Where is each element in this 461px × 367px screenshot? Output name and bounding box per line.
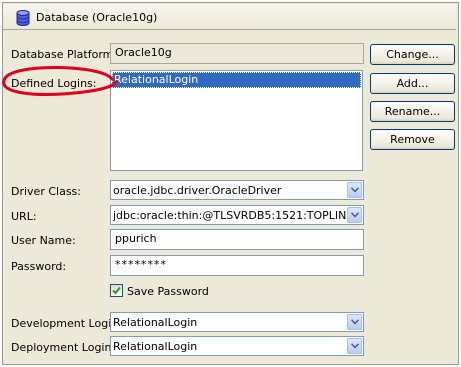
rename-button[interactable]: Rename...	[370, 101, 455, 122]
add-button[interactable]: Add...	[370, 73, 455, 94]
password-input[interactable]: ********	[110, 255, 364, 276]
url-value: jdbc:oracle:thin:@TLSVRDB5:1521:TOPLINK	[113, 209, 354, 222]
save-password-label[interactable]: Save Password	[127, 285, 209, 298]
chevron-down-icon[interactable]	[347, 338, 362, 354]
password-label: Password:	[11, 260, 67, 273]
deployment-login-label: Deployment Login:	[11, 341, 116, 354]
title-bar: Database (Oracle10g)	[3, 4, 456, 30]
save-password-checkbox[interactable]	[110, 284, 123, 297]
database-icon	[16, 10, 30, 26]
window-title: Database (Oracle10g)	[36, 11, 158, 24]
development-login-label: Development Login:	[11, 317, 122, 330]
list-item-relational-login[interactable]: RelationalLogin	[112, 72, 361, 88]
deployment-login-combo[interactable]: RelationalLogin	[110, 336, 364, 356]
url-label: URL:	[11, 210, 37, 223]
chevron-down-icon[interactable]	[347, 314, 362, 330]
user-name-input[interactable]: ppurich	[110, 229, 364, 250]
chevron-down-icon[interactable]	[347, 182, 362, 198]
checkmark-icon	[112, 286, 121, 295]
database-platform-field: Oracle10g	[110, 43, 364, 64]
driver-class-label: Driver Class:	[11, 185, 81, 198]
driver-class-value: oracle.jdbc.driver.OracleDriver	[113, 184, 282, 197]
user-name-label: User Name:	[11, 234, 76, 247]
change-button[interactable]: Change...	[370, 44, 455, 65]
chevron-down-icon[interactable]	[347, 207, 362, 223]
database-platform-label: Database Platform:	[11, 48, 118, 61]
defined-logins-label: Defined Logins:	[11, 77, 97, 90]
driver-class-combo[interactable]: oracle.jdbc.driver.OracleDriver	[110, 180, 364, 200]
defined-logins-list[interactable]: RelationalLogin	[110, 70, 363, 171]
development-login-combo[interactable]: RelationalLogin	[110, 312, 364, 332]
url-combo[interactable]: jdbc:oracle:thin:@TLSVRDB5:1521:TOPLINK	[110, 205, 364, 225]
remove-button[interactable]: Remove	[370, 129, 455, 150]
development-login-value: RelationalLogin	[113, 316, 198, 329]
deployment-login-value: RelationalLogin	[113, 340, 198, 353]
